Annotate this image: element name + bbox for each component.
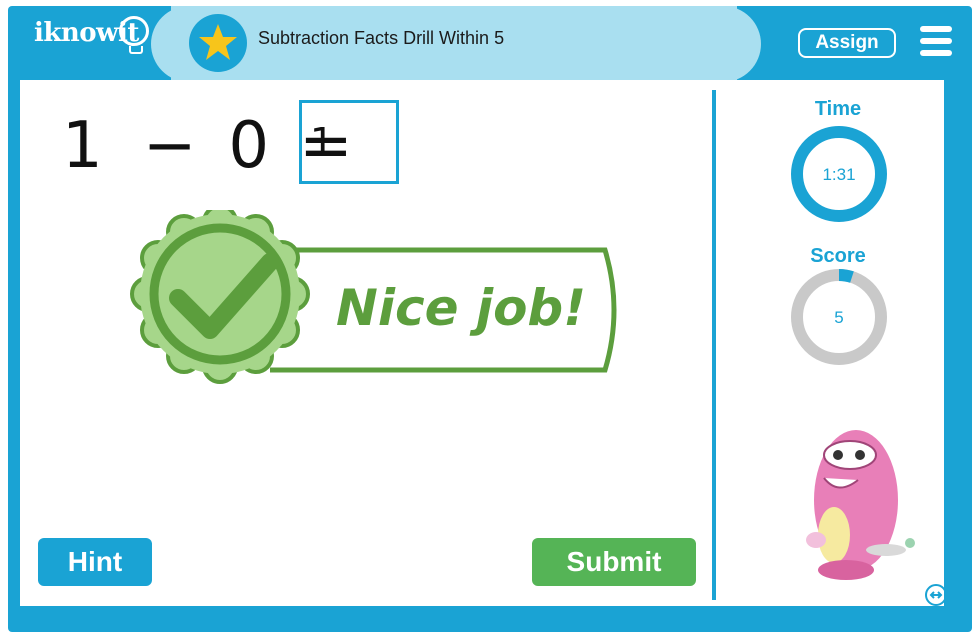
iknowit-logo[interactable]: iknowit (34, 16, 149, 54)
time-value: 1:31 (822, 165, 856, 184)
expand-icon[interactable] (925, 584, 947, 606)
hamburger-menu-icon[interactable] (920, 26, 952, 56)
feedback-message: Nice job! (336, 279, 587, 337)
header-bar: iknowit Subtraction Facts Drill Within 5… (8, 6, 972, 82)
submit-button[interactable]: Submit (532, 538, 696, 586)
operand-1: 1 (62, 109, 105, 183)
lightbulb-icon (119, 16, 149, 54)
score-value: 5 (834, 308, 844, 327)
minus-operator: − (142, 109, 199, 183)
star-icon (189, 14, 247, 72)
operand-2: 0 (228, 109, 272, 183)
monster-mascot (806, 430, 915, 580)
answer-input[interactable]: 1 (299, 100, 399, 184)
lesson-title: Subtraction Facts Drill Within 5 (258, 28, 505, 48)
panel-divider (712, 90, 716, 600)
app-window: iknowit Subtraction Facts Drill Within 5… (0, 0, 980, 640)
assign-button[interactable]: Assign (798, 28, 896, 58)
hint-button[interactable]: Hint (38, 538, 152, 586)
time-label: Time (814, 98, 862, 120)
score-label: Score (810, 245, 866, 267)
